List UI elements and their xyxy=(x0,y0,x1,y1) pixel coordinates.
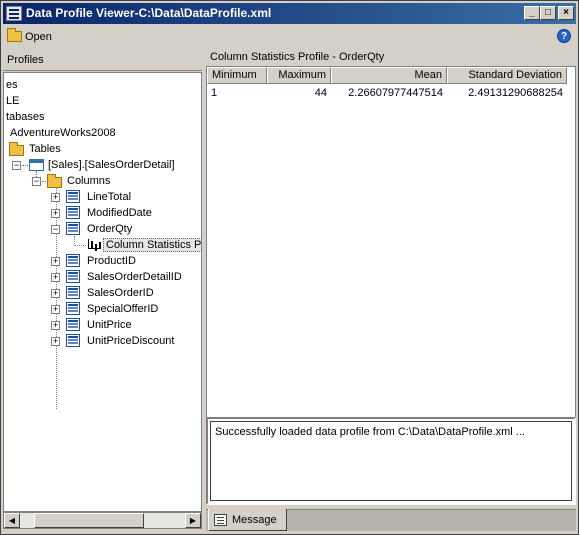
column-icon xyxy=(66,254,80,267)
column-icon xyxy=(66,302,80,315)
tree-node-tables[interactable]: Tables xyxy=(29,141,61,157)
expand-icon[interactable]: + xyxy=(51,273,60,282)
expand-icon[interactable]: + xyxy=(51,289,60,298)
app-icon xyxy=(6,6,22,21)
expand-icon[interactable]: + xyxy=(51,209,60,218)
tree-node-column-statistics[interactable]: Column Statistics Pr xyxy=(103,237,201,253)
app-window: Data Profile Viewer-C:\Data\DataProfile.… xyxy=(0,0,579,535)
tree-node-table[interactable]: [Sales].[SalesOrderDetail] xyxy=(48,157,175,173)
profiles-header: Profiles xyxy=(3,49,202,71)
profile-details-panel: Column Statistics Profile - OrderQty Min… xyxy=(206,49,576,531)
tree-node-database[interactable]: AdventureWorks2008 xyxy=(10,125,116,141)
message-icon xyxy=(214,513,227,526)
chart-icon xyxy=(88,239,100,249)
column-icon xyxy=(66,190,80,203)
column-icon xyxy=(66,206,80,219)
tree-line xyxy=(74,245,86,246)
minimize-button[interactable]: _ xyxy=(524,6,540,20)
maximize-button[interactable]: □ xyxy=(540,6,556,20)
cell-maximum: 44 xyxy=(314,87,327,99)
cell-minimum: 1 xyxy=(211,87,218,99)
scroll-left-icon[interactable]: ◀ xyxy=(4,513,20,528)
folder-open-icon xyxy=(7,28,22,42)
profiles-tree[interactable]: es LE tabases AdventureWorks2008 Tables … xyxy=(3,72,202,512)
help-icon[interactable]: ? xyxy=(557,29,571,43)
column-header[interactable]: Standard Deviation xyxy=(447,67,567,84)
tree-node-salesorderdetailid[interactable]: SalesOrderDetailID xyxy=(87,269,182,285)
message-area: Successfully loaded data profile from C:… xyxy=(206,417,576,505)
profiles-panel: Profiles es LE tabases AdventureWorks200… xyxy=(3,49,202,531)
grid-header-row: Minimum Maximum Mean Standard Deviation xyxy=(207,67,575,84)
column-icon xyxy=(66,318,80,331)
tree-node-modifieddate[interactable]: ModifiedDate xyxy=(87,205,152,221)
collapse-icon[interactable]: − xyxy=(51,225,60,234)
open-button[interactable]: Open xyxy=(7,28,52,45)
tree-node-partial-2[interactable]: LE xyxy=(6,93,19,109)
tree-node-linetotal[interactable]: LineTotal xyxy=(87,189,131,205)
tree-line xyxy=(42,181,46,182)
cell-standard-deviation: 2.49131290688254 xyxy=(468,87,563,99)
expand-icon[interactable]: + xyxy=(51,321,60,330)
toolbar: Open ? xyxy=(3,26,576,47)
tree-line xyxy=(56,187,57,409)
tree-line xyxy=(22,165,28,166)
statistics-grid[interactable]: Minimum Maximum Mean Standard Deviation … xyxy=(206,66,576,458)
cell-mean: 2.26607977447514 xyxy=(348,87,443,99)
tree-node-productid[interactable]: ProductID xyxy=(87,253,136,269)
tree-node-partial-1[interactable]: es xyxy=(6,77,18,93)
column-icon xyxy=(66,334,80,347)
scroll-right-icon[interactable]: ▶ xyxy=(185,513,201,528)
tree-node-columns[interactable]: Columns xyxy=(67,173,110,189)
window-title: Data Profile Viewer-C:\Data\DataProfile.… xyxy=(26,6,272,20)
collapse-icon[interactable]: − xyxy=(12,161,21,170)
folder-icon xyxy=(9,142,24,156)
column-header[interactable]: Mean xyxy=(331,67,447,84)
column-header[interactable]: Maximum xyxy=(267,67,331,84)
selected-profile-label: Column Statistics Pr xyxy=(103,238,201,252)
collapse-icon[interactable]: − xyxy=(32,177,41,186)
message-text: Successfully loaded data profile from C:… xyxy=(210,421,572,501)
expand-icon[interactable]: + xyxy=(51,337,60,346)
tree-node-specialofferid[interactable]: SpecialOfferID xyxy=(87,301,158,317)
close-button[interactable]: × xyxy=(558,6,574,20)
table-icon xyxy=(29,159,44,171)
column-header[interactable]: Minimum xyxy=(207,67,267,84)
title-bar: Data Profile Viewer-C:\Data\DataProfile.… xyxy=(3,3,576,24)
column-icon xyxy=(66,270,80,283)
tree-node-unitpricediscount[interactable]: UnitPriceDiscount xyxy=(87,333,174,349)
tree-node-salesorderid[interactable]: SalesOrderID xyxy=(87,285,154,301)
open-label: Open xyxy=(25,30,52,43)
column-icon xyxy=(66,286,80,299)
horizontal-scrollbar[interactable]: ◀ ▶ xyxy=(3,512,202,529)
expand-icon[interactable]: + xyxy=(51,305,60,314)
tree-node-orderqty[interactable]: OrderQty xyxy=(87,221,132,237)
profile-header: Column Statistics Profile - OrderQty xyxy=(210,51,385,63)
tree-node-partial-3[interactable]: tabases xyxy=(6,109,45,125)
expand-icon[interactable]: + xyxy=(51,193,60,202)
tree-node-unitprice[interactable]: UnitPrice xyxy=(87,317,132,333)
column-icon xyxy=(66,222,80,235)
expand-icon[interactable]: + xyxy=(51,257,60,266)
folder-icon xyxy=(47,174,62,188)
tab-message-label: Message xyxy=(232,513,277,526)
scroll-thumb[interactable] xyxy=(34,513,144,528)
tab-message[interactable]: Message xyxy=(208,509,287,531)
tab-strip: Message xyxy=(206,509,576,531)
